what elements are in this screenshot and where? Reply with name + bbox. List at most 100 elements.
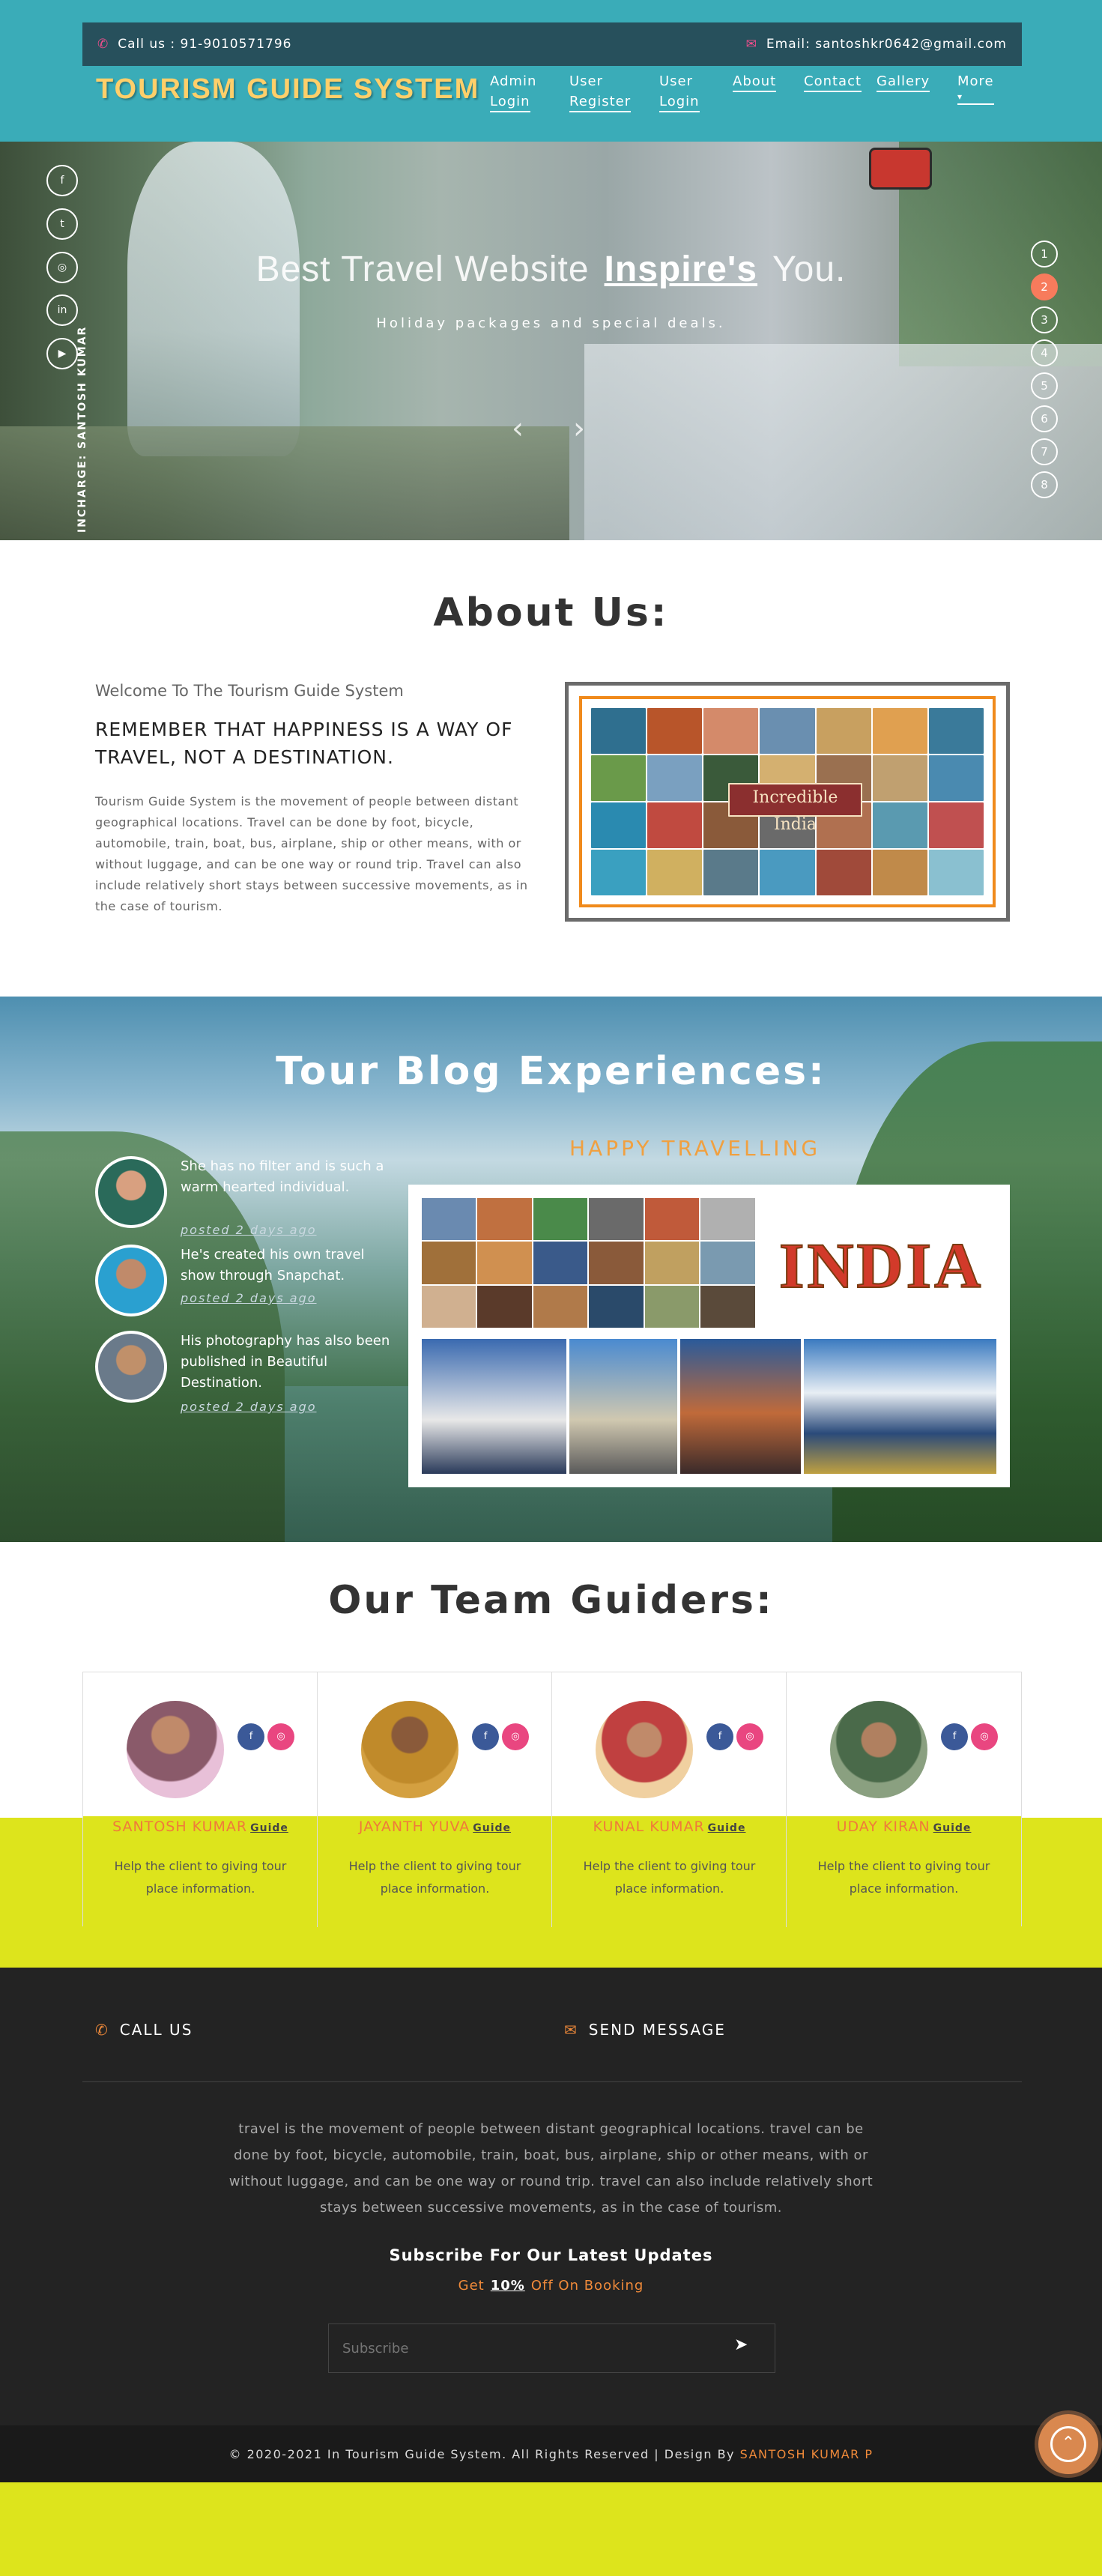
nav-contact-label: Contact xyxy=(804,73,862,92)
facebook-icon[interactable]: f xyxy=(941,1723,968,1750)
blog-title: Tour Blog Experiences: xyxy=(276,1049,826,1094)
guide-link[interactable]: Guide xyxy=(473,1822,511,1834)
facebook-icon[interactable]: f xyxy=(472,1723,499,1750)
member-name: SANTOSH KUMAR xyxy=(112,1818,248,1835)
facebook-icon[interactable]: f xyxy=(46,165,78,196)
nav-user-login[interactable]: User Login xyxy=(659,71,700,112)
blog-post-text: She has no filter and is such a warm hea… xyxy=(181,1158,384,1195)
team-card: f ◎ KUNAL KUMAR Guide Help the client to … xyxy=(552,1672,787,1927)
footer-send-message[interactable]: ✉ SEND MESSAGE xyxy=(564,2021,726,2039)
avatar xyxy=(127,1701,224,1798)
twitter-icon[interactable]: t xyxy=(46,208,78,240)
nav-about[interactable]: About xyxy=(733,71,777,92)
blog-post-date[interactable]: posted 2 days ago xyxy=(181,1223,317,1237)
slide-dot-3[interactable]: 3 xyxy=(1031,306,1058,333)
headline-bold: Inspire's xyxy=(604,250,758,289)
nav-contact[interactable]: Contact xyxy=(804,71,862,92)
phone-icon: ✆ xyxy=(95,2021,109,2039)
nav-admin-label: Admin xyxy=(490,73,537,89)
footer-divider xyxy=(82,2081,1022,2082)
team-card: f ◎ JAYANTH YUVA Guide Help the client to… xyxy=(318,1672,552,1927)
slider-next-arrow[interactable]: › xyxy=(573,411,585,446)
hero-cable-car-image xyxy=(869,148,932,190)
slider-prev-arrow[interactable]: ‹ xyxy=(512,411,524,446)
incredible-india-banner: Incredible India xyxy=(728,783,862,834)
send-icon[interactable]: ➤ xyxy=(734,2335,748,2354)
instagram-icon[interactable]: ◎ xyxy=(971,1723,998,1750)
discount-percent: 10% xyxy=(490,2278,525,2294)
instagram-icon[interactable]: ◎ xyxy=(267,1723,294,1750)
india-word-art: INDIA xyxy=(778,1229,984,1302)
hero-waterfall-image xyxy=(127,142,300,456)
copyright-text: © 2020-2021 In Tourism Guide System. All… xyxy=(228,2447,736,2461)
avatar xyxy=(596,1701,693,1798)
slide-dot-1[interactable]: 1 xyxy=(1031,241,1058,267)
subscribe-input[interactable] xyxy=(328,2323,775,2373)
instagram-icon[interactable]: ◎ xyxy=(46,252,78,283)
caret-down-icon: ▾ xyxy=(957,91,994,105)
member-name: JAYANTH YUVA xyxy=(358,1818,470,1835)
nav-login-label: User xyxy=(659,73,694,89)
scroll-to-top-button[interactable]: ⌃ xyxy=(1038,2414,1098,2474)
facebook-icon[interactable]: f xyxy=(237,1723,264,1750)
incharge-label: INCHARGE: SANTOSH KUMAR xyxy=(76,325,88,533)
blog-post-text: His photography has also been published … xyxy=(181,1333,390,1391)
facebook-icon[interactable]: f xyxy=(706,1723,733,1750)
slide-dot-6[interactable]: 6 xyxy=(1031,405,1058,432)
slide-dot-8[interactable]: 8 xyxy=(1031,471,1058,498)
instagram-icon[interactable]: ◎ xyxy=(502,1723,529,1750)
call-info: ✆ Call us : 91-9010571796 xyxy=(97,37,291,52)
slide-dot-5[interactable]: 5 xyxy=(1031,372,1058,399)
india-collage: Incredible India xyxy=(591,708,984,895)
discount-text: Get 10% Off On Booking xyxy=(0,2278,1102,2294)
phone-icon: ✆ xyxy=(97,37,109,52)
designer-link[interactable]: SANTOSH KUMAR P xyxy=(740,2447,874,2461)
happy-travelling-heading: HAPPY TRAVELLING xyxy=(569,1136,821,1161)
team-card: f ◎ SANTOSH KUMAR Guide Help the client t… xyxy=(83,1672,318,1927)
footer-call-us[interactable]: ✆ CALL US xyxy=(95,2021,193,2039)
linkedin-icon[interactable]: in xyxy=(46,294,78,326)
guide-link[interactable]: Guide xyxy=(250,1822,288,1834)
member-name: UDAY KIRAN xyxy=(836,1818,930,1835)
member-name: KUNAL KUMAR xyxy=(593,1818,705,1835)
about-image-inner: Incredible India xyxy=(579,696,996,907)
nav-register-label: User xyxy=(569,73,604,89)
team-member-name: SANTOSH KUMAR Guide xyxy=(83,1818,318,1835)
nav-gallery-label: Gallery xyxy=(877,73,930,92)
nav-register-label-2: Register xyxy=(569,94,632,112)
envelope-icon: ✉ xyxy=(564,2021,578,2039)
about-title: About Us: xyxy=(433,590,669,635)
youtube-icon[interactable]: ▶ xyxy=(46,338,78,369)
nav-admin-label-2: Login xyxy=(490,94,530,112)
blog-post-text: He's created his own travel show through… xyxy=(181,1247,365,1284)
slide-dot-2[interactable]: 2 xyxy=(1031,273,1058,300)
headline-post: You. xyxy=(772,250,847,289)
site-header: ✆ Call us : 91-9010571796 ✉ Email: santosh… xyxy=(0,0,1102,142)
india-collage-image: INDIA xyxy=(408,1185,1010,1487)
hero-headline: Best Travel Website Inspire's You. xyxy=(0,249,1102,290)
slide-dot-4[interactable]: 4 xyxy=(1031,339,1058,366)
get-pre: Get xyxy=(458,2278,485,2294)
nav-more-dropdown[interactable]: More ▾ xyxy=(957,71,994,105)
about-body: Tourism Guide System is the movement of … xyxy=(95,794,528,913)
nav-gallery[interactable]: Gallery xyxy=(877,71,930,92)
avatar xyxy=(361,1701,458,1798)
instagram-icon[interactable]: ◎ xyxy=(736,1723,763,1750)
avatar xyxy=(830,1701,927,1798)
nav-user-register[interactable]: User Register xyxy=(569,71,632,112)
avatar xyxy=(95,1331,167,1403)
bottom-band xyxy=(0,2482,1102,2576)
slide-dot-7[interactable]: 7 xyxy=(1031,438,1058,465)
guide-link[interactable]: Guide xyxy=(708,1822,746,1834)
copyright: © 2020-2021 In Tourism Guide System. All… xyxy=(0,2447,1102,2461)
site-logo[interactable]: TOURISM GUIDE SYSTEM xyxy=(96,73,479,106)
blog-post-date[interactable]: posted 2 days ago xyxy=(181,1291,317,1305)
guide-link[interactable]: Guide xyxy=(933,1822,972,1834)
site-footer xyxy=(0,1968,1102,2482)
subscribe-title: Subscribe For Our Latest Updates xyxy=(389,2246,713,2264)
headline-pre: Best Travel Website xyxy=(255,250,590,289)
nav-admin-login[interactable]: Admin Login xyxy=(490,71,536,112)
send-message-label: SEND MESSAGE xyxy=(588,2021,726,2039)
footer-description: travel is the movement of people between… xyxy=(228,2121,874,2216)
blog-post-date[interactable]: posted 2 days ago xyxy=(181,1400,317,1414)
